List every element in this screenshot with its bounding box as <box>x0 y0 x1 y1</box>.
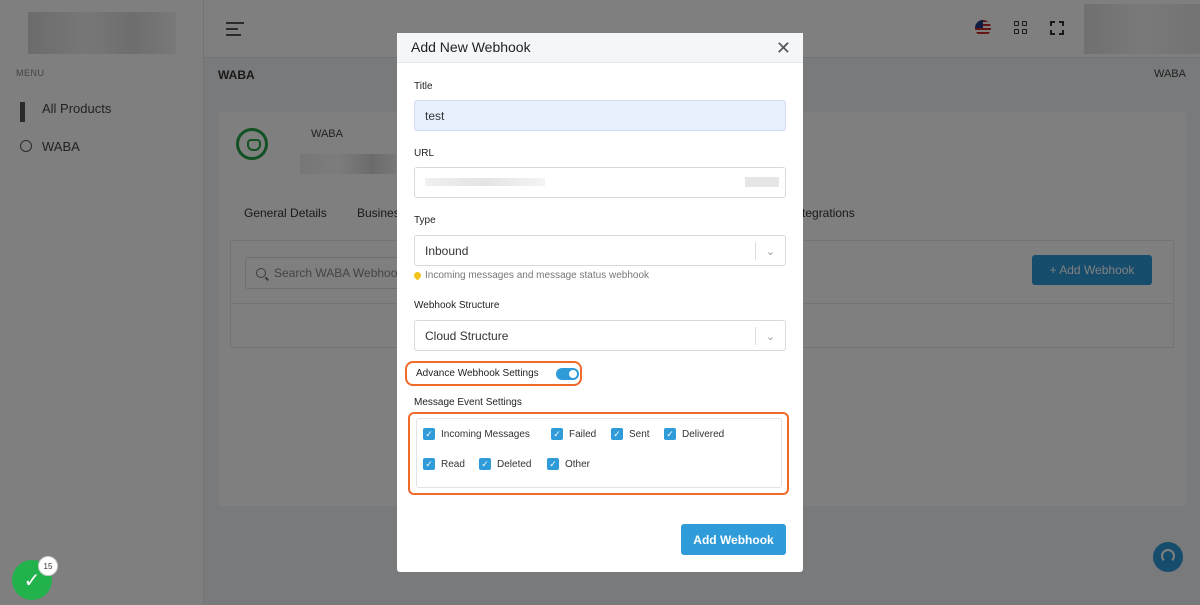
checkbox-checked-icon: ✓ <box>611 428 623 440</box>
advance-settings-toggle[interactable] <box>556 368 579 380</box>
structure-select[interactable]: Cloud Structure ⌄ <box>414 320 786 351</box>
checkbox-delivered[interactable]: ✓ Delivered <box>664 428 724 440</box>
events-highlight: ✓ Incoming Messages ✓ Failed ✓ Sent ✓ De… <box>408 412 789 495</box>
checkbox-checked-icon: ✓ <box>664 428 676 440</box>
checkbox-label: Other <box>565 458 591 470</box>
url-value-redacted-end <box>745 177 779 187</box>
checkbox-label: Read <box>441 458 465 470</box>
structure-label: Webhook Structure <box>414 300 500 311</box>
checkbox-checked-icon: ✓ <box>479 458 491 470</box>
title-input-value: test <box>425 108 445 123</box>
type-select[interactable]: Inbound ⌄ <box>414 235 786 266</box>
checkbox-sent[interactable]: ✓ Sent <box>611 428 650 440</box>
structure-select-value: Cloud Structure <box>425 328 509 343</box>
checkbox-label: Failed <box>569 428 597 440</box>
modal-header: Add New Webhook ✕ <box>397 33 803 63</box>
advance-settings-label: Advance Webhook Settings <box>416 368 539 379</box>
events-group: ✓ Incoming Messages ✓ Failed ✓ Sent ✓ De… <box>416 418 782 488</box>
checkbox-label: Delivered <box>682 428 725 440</box>
checkbox-other[interactable]: ✓ Other <box>547 458 590 470</box>
type-hint: Incoming messages and message status web… <box>412 270 650 281</box>
add-webhook-modal: Add New Webhook ✕ Title test URL Type In… <box>397 33 803 572</box>
chevron-down-icon[interactable]: ⌄ <box>755 327 785 345</box>
events-label: Message Event Settings <box>414 397 522 408</box>
checkbox-checked-icon: ✓ <box>551 428 563 440</box>
url-label: URL <box>414 148 435 159</box>
type-select-value: Inbound <box>425 243 469 258</box>
checklist-count-badge: 15 <box>38 556 58 576</box>
type-label: Type <box>414 215 436 226</box>
check-icon: ✓ <box>23 569 41 592</box>
checkbox-checked-icon: ✓ <box>423 458 435 470</box>
checkbox-label: Incoming Messages <box>441 428 530 440</box>
checkbox-checked-icon: ✓ <box>423 428 435 440</box>
checkbox-failed[interactable]: ✓ Failed <box>551 428 596 440</box>
checkbox-deleted[interactable]: ✓ Deleted <box>479 458 531 470</box>
checkbox-label: Deleted <box>497 458 532 470</box>
url-value-redacted <box>425 178 545 186</box>
location-pin-icon <box>412 270 423 281</box>
title-label: Title <box>414 81 433 92</box>
advance-settings-highlight: Advance Webhook Settings <box>405 361 582 386</box>
type-hint-text: Incoming messages and message status web… <box>425 270 650 281</box>
chevron-down-icon[interactable]: ⌄ <box>755 242 785 260</box>
url-input[interactable] <box>414 167 786 198</box>
close-icon[interactable]: ✕ <box>776 39 791 57</box>
add-webhook-submit-button[interactable]: Add Webhook <box>681 524 786 555</box>
title-input[interactable]: test <box>414 100 786 131</box>
checkbox-checked-icon: ✓ <box>547 458 559 470</box>
checkbox-label: Sent <box>629 428 650 440</box>
modal-title: Add New Webhook <box>411 39 531 55</box>
checkbox-incoming-messages[interactable]: ✓ Incoming Messages <box>423 428 530 440</box>
checkbox-read[interactable]: ✓ Read <box>423 458 465 470</box>
